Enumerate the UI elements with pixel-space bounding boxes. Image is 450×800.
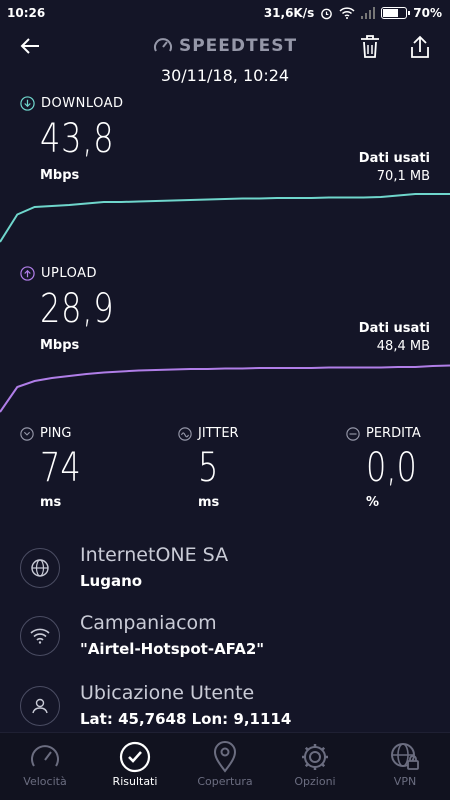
upload-speed-line [0,364,450,413]
download-value: 43,8 [40,116,115,162]
share-icon[interactable] [408,34,432,60]
nav-opzioni[interactable]: Opzioni [270,739,360,788]
upload-value: 28,9 [40,286,115,332]
ping-unit: ms [40,495,62,510]
network-speed: 31,6K/s [263,6,315,20]
nav-velocita[interactable]: Velocità [0,739,90,788]
jitter-metric: JITTER 5 ms [178,426,318,510]
ping-label: PING [40,426,72,441]
ping-value: 74 [40,445,81,491]
network-row: Campaniacom "Airtel-Hotspot-AFA2" [20,612,430,668]
ping-metric: PING 74 ms [20,426,160,510]
upload-unit: Mbps [40,338,80,353]
battery-icon [381,7,411,19]
vpn-globe-icon [391,743,419,770]
nav-label: Velocità [23,775,67,788]
status-time: 10:26 [7,6,46,20]
jitter-label: JITTER [198,426,239,441]
status-bar: 10:26 31,6K/s 70% [0,0,450,26]
provider-location: Lugano [80,572,143,590]
battery-percent: 70% [413,6,442,20]
upload-graph [0,364,450,413]
download-label: DOWNLOAD [41,96,124,111]
jitter-icon [178,426,192,441]
location-pin-icon [213,741,237,773]
speedometer-icon [31,745,59,767]
download-graph [0,193,450,243]
download-icon [20,96,35,111]
nav-label: Copertura [197,775,253,788]
metrics-row: PING 74 ms JITTER 5 ms PERDITA 0,0 % [0,426,450,526]
wifi-status-icon [339,7,355,19]
user-location-row: Ubicazione Utente Lat: 45,7648 Lon: 9,11… [20,682,430,738]
gear-icon [302,744,328,770]
download-section: DOWNLOAD 43,8 Mbps Dati usati 70,1 MB [0,96,450,256]
user-icon [32,698,48,714]
user-location-title: Ubicazione Utente [80,682,255,704]
nav-label: VPN [393,775,417,788]
nav-copertura[interactable]: Copertura [180,739,270,788]
nav-label: Risultati [112,775,158,788]
upload-data-used-value: 48,4 MB [376,339,430,354]
download-speed-line [0,193,450,243]
loss-unit: % [366,495,380,510]
check-circle-icon [119,741,151,773]
delete-icon[interactable] [358,34,382,60]
globe-icon [31,559,49,577]
nav-risultati[interactable]: Risultati [90,739,180,788]
provider-row: InternetONE SA Lugano [20,544,430,600]
jitter-unit: ms [198,495,220,510]
nav-vpn[interactable]: VPN [360,739,450,788]
top-bar: SPEEDTEST [0,30,450,64]
bottom-navigation: Velocità Risultati Copertura Opzioni VPN [0,732,450,800]
upload-section: UPLOAD 28,9 Mbps Dati usati 48,4 MB [0,266,450,426]
packet-loss-icon [346,426,360,441]
jitter-value: 5 [198,445,219,491]
test-datetime: 30/11/18, 10:24 [160,66,290,85]
user-coordinates: Lat: 45,7648 Lon: 9,1114 [80,710,292,728]
alarm-icon [321,8,333,19]
app-title: SPEEDTEST [178,36,298,56]
speedtest-logo-icon [153,38,172,52]
signal-icon [361,7,376,19]
network-name: Campaniacom [80,612,217,634]
upload-icon [20,266,35,281]
download-unit: Mbps [40,168,80,183]
network-ssid: "Airtel-Hotspot-AFA2" [80,640,265,658]
wifi-icon [30,628,50,644]
nav-label: Opzioni [294,775,336,788]
loss-value: 0,0 [366,445,417,491]
upload-label: UPLOAD [41,266,98,281]
download-data-used-label: Dati usati [358,151,430,166]
provider-name: InternetONE SA [80,544,229,566]
ping-icon [20,426,34,441]
upload-data-used-label: Dati usati [358,321,430,336]
loss-label: PERDITA [366,426,421,441]
download-data-used-value: 70,1 MB [376,169,430,184]
loss-metric: PERDITA 0,0 % [346,426,450,510]
